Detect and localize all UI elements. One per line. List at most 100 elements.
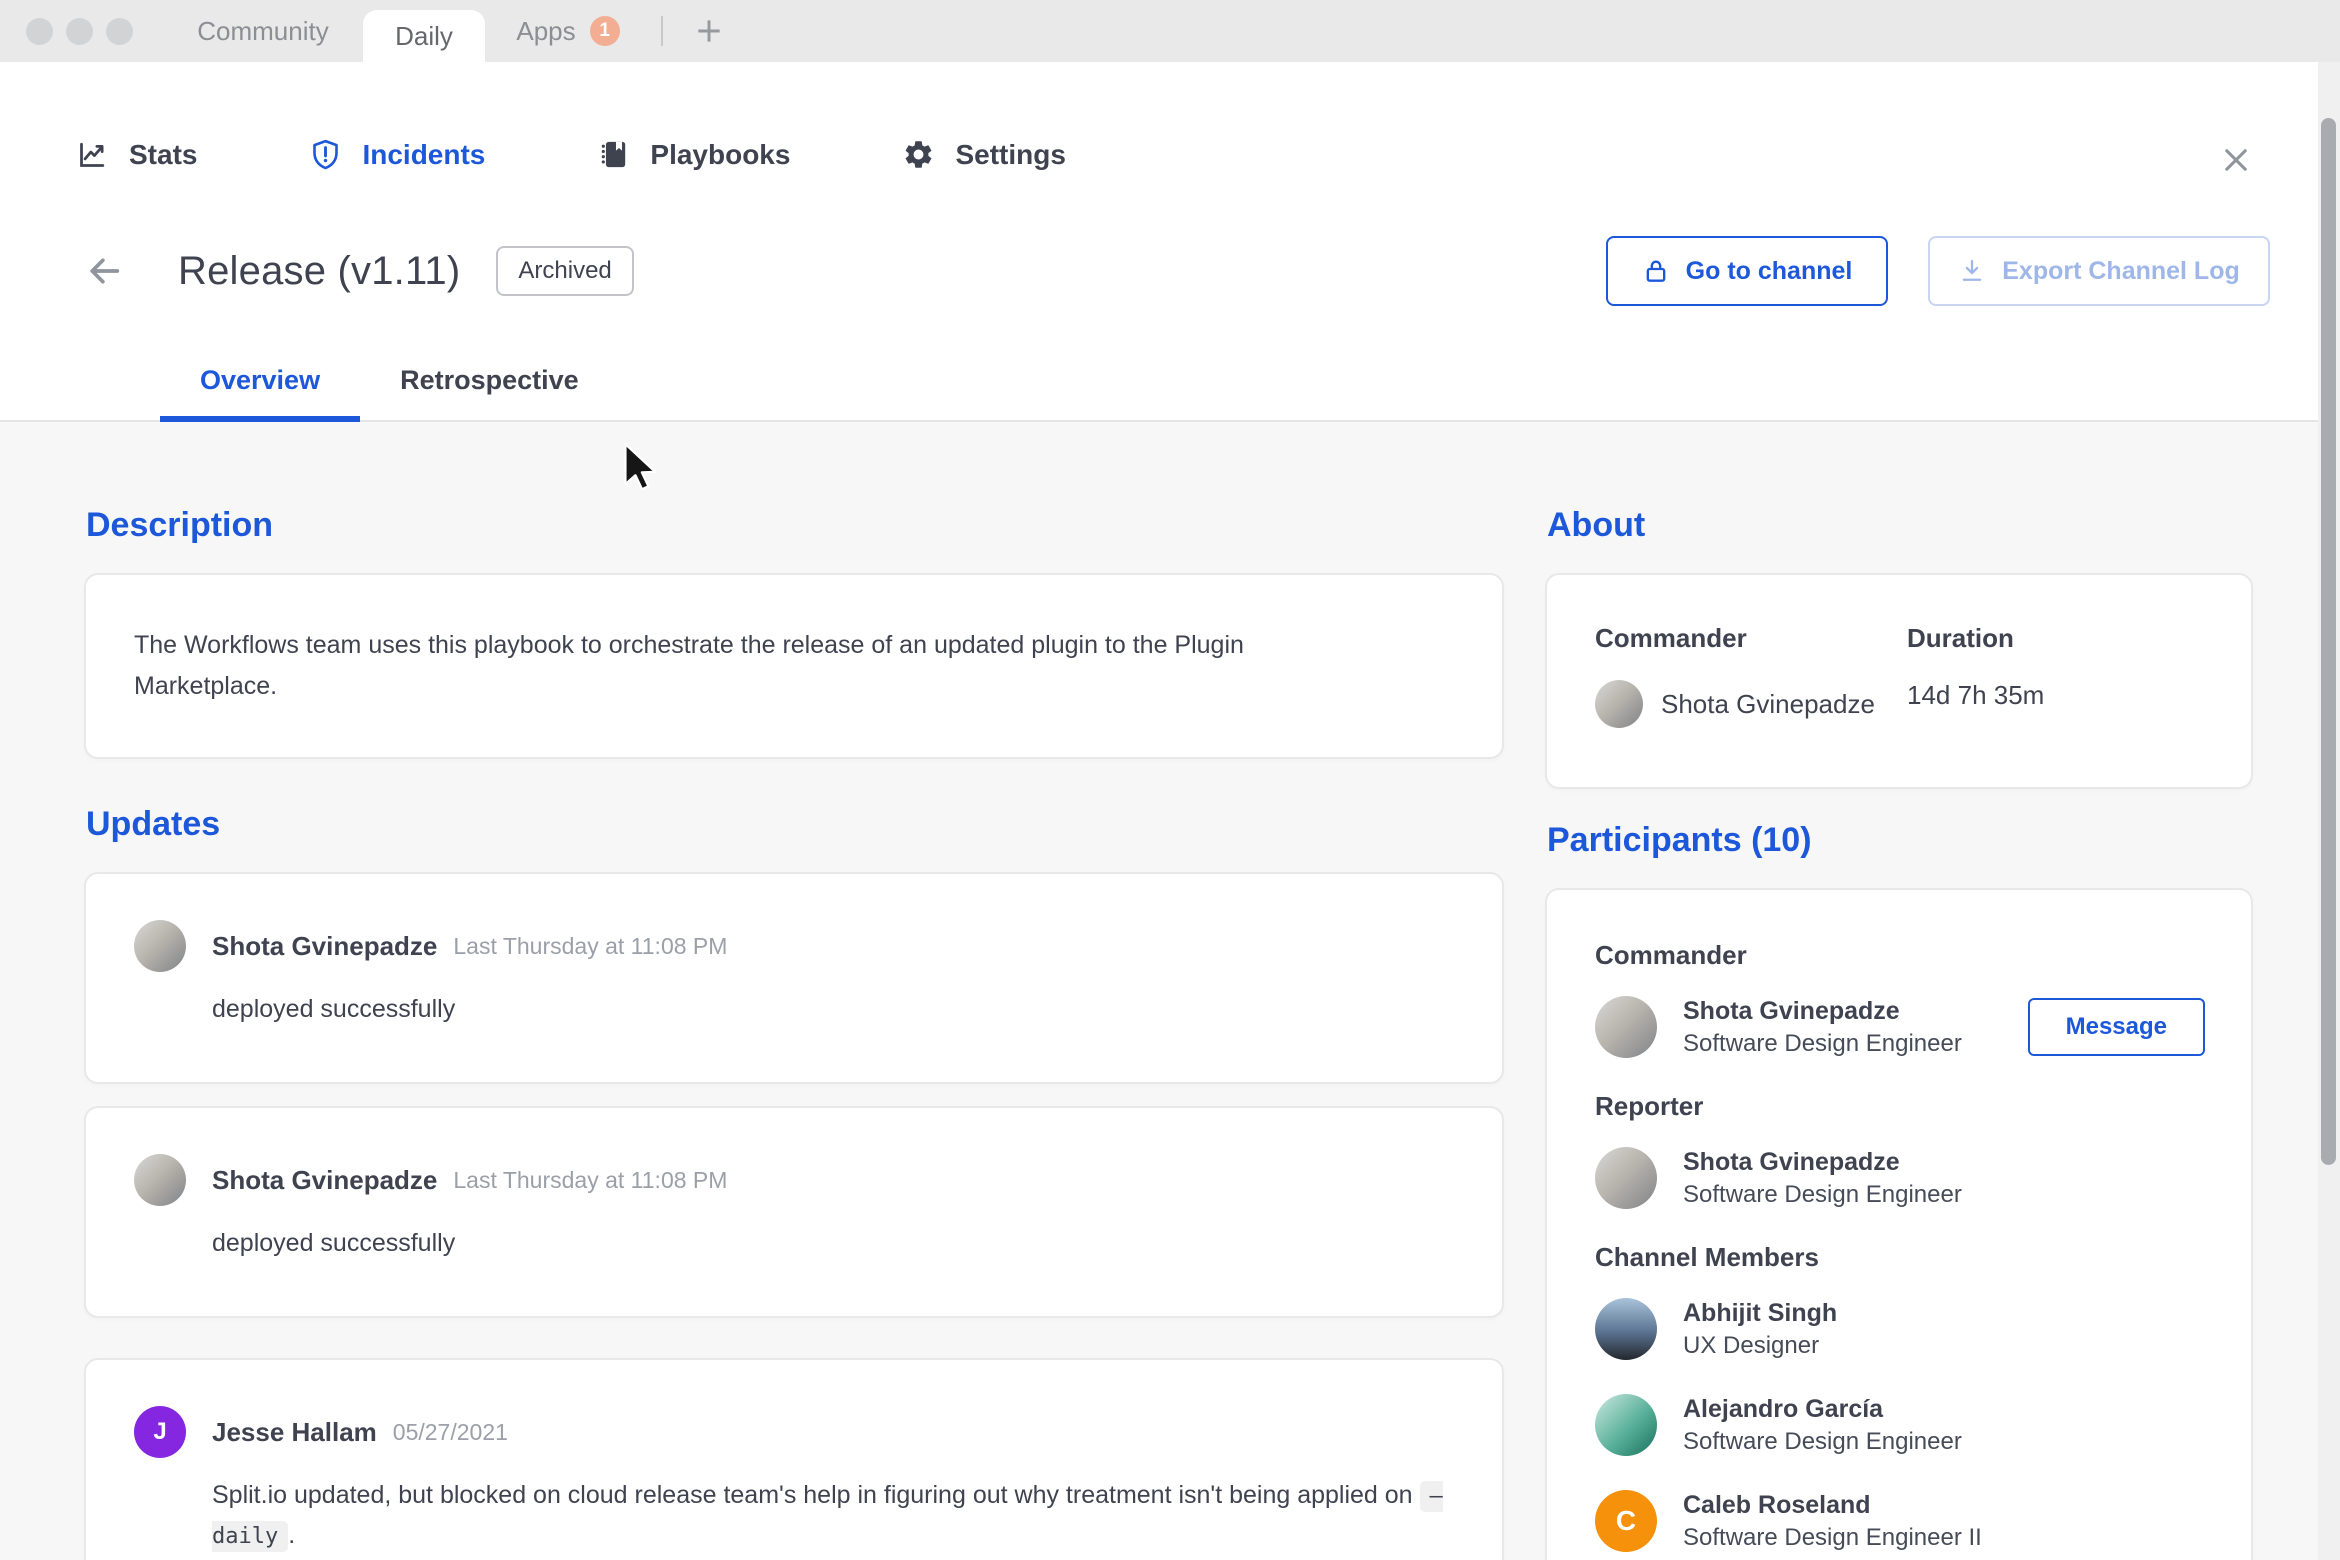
- participant-row: Shota Gvinepadze Software Design Enginee…: [1595, 995, 2205, 1059]
- gear-icon: [906, 141, 932, 168]
- header-actions: Go to channel Export Channel Log: [1606, 236, 2270, 306]
- avatar: [1595, 1394, 1657, 1456]
- mouse-cursor: [624, 442, 664, 497]
- chart-line-icon: [80, 142, 105, 167]
- browser-tab-apps[interactable]: Apps 1: [485, 0, 651, 62]
- avatar: J: [134, 1406, 186, 1458]
- post-message: Split.io updated, but blocked on cloud r…: [212, 1476, 1454, 1556]
- browser-tab-label: Daily: [395, 20, 453, 51]
- participant-row: Alejandro García Software Design Enginee…: [1595, 1393, 2205, 1457]
- avatar: [134, 920, 186, 972]
- nav-label: Incidents: [362, 138, 486, 170]
- avatar: [1595, 1147, 1657, 1209]
- post-author: Shota Gvinepadze: [212, 930, 438, 961]
- duration-value: 14d 7h 35m: [1907, 680, 2045, 710]
- tab-overview[interactable]: Overview: [160, 365, 361, 422]
- browser-tab-label: Community: [197, 15, 329, 46]
- tab-retrospective[interactable]: Retrospective: [360, 365, 619, 420]
- about-duration-cell: Duration 14d 7h 35m: [1907, 623, 2203, 739]
- avatar: [134, 1154, 186, 1206]
- avatar: [1595, 680, 1643, 728]
- post-message: deployed successfully: [212, 1229, 456, 1257]
- description-heading: Description: [86, 506, 274, 544]
- incident-header: Stats Incidents Playbooks Settings Relea…: [0, 62, 2340, 422]
- window-zoom-dot[interactable]: [106, 17, 133, 45]
- export-channel-log-button[interactable]: Export Channel Log: [1928, 236, 2270, 306]
- post-author: Shota Gvinepadze: [212, 1164, 438, 1195]
- window-close-dot[interactable]: [26, 17, 53, 45]
- title-row: Release (v1.11) Archived Go to channel E…: [84, 234, 2270, 308]
- participant-role: Software Design Engineer: [1683, 1030, 1962, 1057]
- commander-label: Commander: [1595, 623, 1747, 653]
- participant-role: Software Design Engineer: [1683, 1181, 1962, 1208]
- browser-tab-bar: Community Daily Apps 1: [0, 0, 2340, 62]
- nav-label: Playbooks: [650, 138, 791, 170]
- back-button[interactable]: [84, 249, 128, 293]
- description-text: The Workflows team uses this playbook to…: [134, 631, 1244, 700]
- close-icon: [2225, 149, 2247, 171]
- nav-item-incidents[interactable]: Incidents: [309, 138, 485, 171]
- participants-card: Commander Shota Gvinepadze Software Desi…: [1545, 888, 2253, 1560]
- message-button[interactable]: Message: [2027, 998, 2205, 1056]
- close-button[interactable]: [2216, 140, 2256, 180]
- participant-role: Software Design Engineer: [1683, 1428, 1962, 1455]
- update-post: J Jesse Hallam 05/27/2021 Split.io updat…: [84, 1358, 1504, 1560]
- page-tabs: Overview Retrospective: [160, 365, 619, 422]
- participant-name: Alejandro García: [1683, 1395, 1884, 1423]
- download-icon: [1962, 259, 1982, 281]
- post-timestamp: 05/27/2021: [392, 1418, 508, 1445]
- participants-heading: Participants (10): [1547, 821, 1812, 859]
- nav-item-stats[interactable]: Stats: [76, 138, 197, 171]
- scrollbar-track[interactable]: [2318, 62, 2340, 1560]
- post-author: Jesse Hallam: [212, 1416, 377, 1447]
- participant-role: UX Designer: [1683, 1332, 1820, 1359]
- avatar: [1595, 996, 1657, 1058]
- new-tab-button[interactable]: [681, 0, 737, 62]
- status-badge: Archived: [496, 246, 634, 296]
- about-heading: About: [1547, 506, 1646, 544]
- arrow-left-icon: [90, 258, 120, 284]
- browser-tab-community[interactable]: Community: [163, 0, 363, 62]
- about-commander-cell: Commander Shota Gvinepadze: [1595, 623, 1907, 739]
- avatar: [1595, 1298, 1657, 1360]
- about-card: Commander Shota Gvinepadze Duration 14d …: [1545, 573, 2253, 789]
- participant-name: Shota Gvinepadze: [1683, 997, 1900, 1025]
- commander-name: Shota Gvinepadze: [1661, 688, 1875, 719]
- participant-row: Shota Gvinepadze Software Design Enginee…: [1595, 1146, 2205, 1210]
- participant-name: Shota Gvinepadze: [1683, 1148, 1900, 1176]
- participant-name: Abhijit Singh: [1683, 1299, 1838, 1327]
- browser-tab-label: Apps: [516, 15, 576, 46]
- tab-label: Overview: [200, 365, 321, 395]
- overview-main-column: Description The Workflows team uses this…: [84, 420, 1504, 1560]
- nav-item-playbooks[interactable]: Playbooks: [597, 138, 790, 171]
- nav-label: Settings: [955, 138, 1066, 170]
- nav-item-settings[interactable]: Settings: [902, 138, 1066, 171]
- shield-alert-icon: [313, 139, 339, 170]
- participant-role: Software Design Engineer II: [1683, 1524, 1982, 1551]
- participant-name: Caleb Roseland: [1683, 1491, 1871, 1519]
- tab-label: Retrospective: [400, 365, 579, 395]
- overview-side-column: About Commander Shota Gvinepadze Duratio…: [1545, 420, 2253, 1560]
- post-timestamp: Last Thursday at 11:08 PM: [453, 932, 728, 959]
- update-post: Shota Gvinepadze Last Thursday at 11:08 …: [84, 872, 1504, 1084]
- tabbar-separator: [661, 16, 663, 46]
- update-post: Shota Gvinepadze Last Thursday at 11:08 …: [84, 1106, 1504, 1318]
- updates-heading: Updates: [86, 805, 221, 843]
- avatar: C: [1595, 1490, 1657, 1552]
- participant-row: Abhijit Singh UX Designer: [1595, 1297, 2205, 1361]
- post-timestamp: Last Thursday at 11:08 PM: [453, 1166, 728, 1193]
- browser-tab-daily[interactable]: Daily: [363, 10, 485, 62]
- reporter-group-label: Reporter: [1595, 1091, 1704, 1121]
- plus-icon: [698, 20, 720, 42]
- main-nav: Stats Incidents Playbooks Settings: [76, 138, 1066, 171]
- window-controls: [0, 0, 133, 62]
- page-title: Release (v1.11): [178, 248, 461, 293]
- lock-icon: [1646, 260, 1665, 282]
- duration-label: Duration: [1907, 623, 2014, 653]
- button-label: Go to channel: [1685, 256, 1853, 285]
- apps-unread-badge: 1: [589, 16, 620, 46]
- scrollbar-thumb[interactable]: [2321, 118, 2336, 1165]
- window-minimize-dot[interactable]: [66, 17, 93, 45]
- nav-label: Stats: [129, 138, 198, 170]
- go-to-channel-button[interactable]: Go to channel: [1606, 236, 1888, 306]
